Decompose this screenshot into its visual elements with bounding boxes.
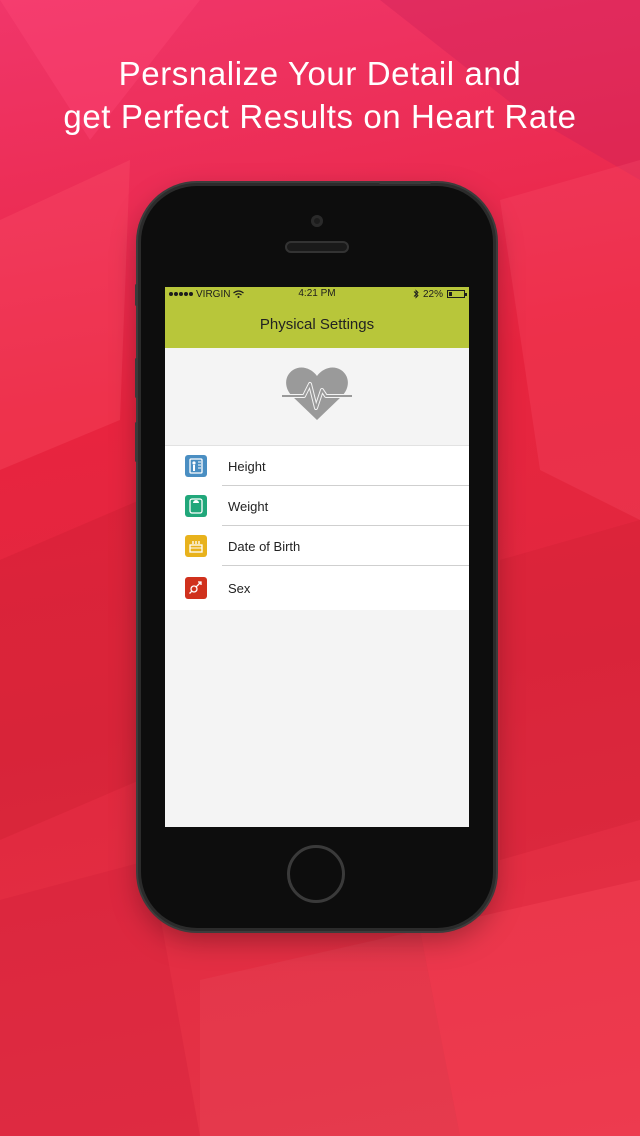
settings-list: Height Weight Date of Birth Sex [165, 446, 469, 610]
nav-bar: Physical Settings [165, 301, 469, 348]
birthday-cake-icon [185, 535, 207, 557]
settings-row-label: Date of Birth [228, 538, 301, 554]
nav-title: Physical Settings [259, 316, 375, 333]
mute-switch [135, 284, 138, 306]
settings-row-height[interactable]: Height [165, 446, 469, 486]
headline-line-2: get Perfect Results on Heart Rate [63, 98, 577, 135]
phone-frame: VIRGIN 4:21 PM 22% Physical Settings Hei… [135, 181, 493, 928]
height-icon [185, 455, 207, 477]
earpiece-speaker [285, 241, 349, 253]
headline-line-1: Persnalize Your Detail and [118, 55, 522, 92]
app-screen: VIRGIN 4:21 PM 22% Physical Settings Hei… [165, 287, 469, 827]
hero-section [165, 348, 469, 446]
settings-row-label: Height [228, 458, 266, 474]
status-bar: VIRGIN 4:21 PM 22% [165, 287, 469, 301]
volume-down-button [135, 422, 138, 462]
power-button [379, 181, 431, 184]
heart-pulse-icon [282, 367, 352, 420]
gender-icon [185, 577, 207, 599]
status-time: 4:21 PM [298, 288, 336, 299]
battery-level [449, 292, 452, 296]
weight-scale-icon [185, 495, 207, 517]
volume-up-button [135, 358, 138, 398]
battery-icon [447, 290, 467, 298]
settings-row-label: Sex [228, 580, 251, 596]
settings-row-sex[interactable]: Sex [165, 566, 469, 610]
front-camera [311, 215, 323, 227]
settings-row-label: Weight [228, 498, 269, 514]
settings-row-weight[interactable]: Weight [165, 486, 469, 526]
settings-row-date-of-birth[interactable]: Date of Birth [165, 526, 469, 566]
home-button[interactable] [287, 845, 345, 903]
headline: Persnalize Your Detail and get Perfect R… [0, 52, 640, 138]
